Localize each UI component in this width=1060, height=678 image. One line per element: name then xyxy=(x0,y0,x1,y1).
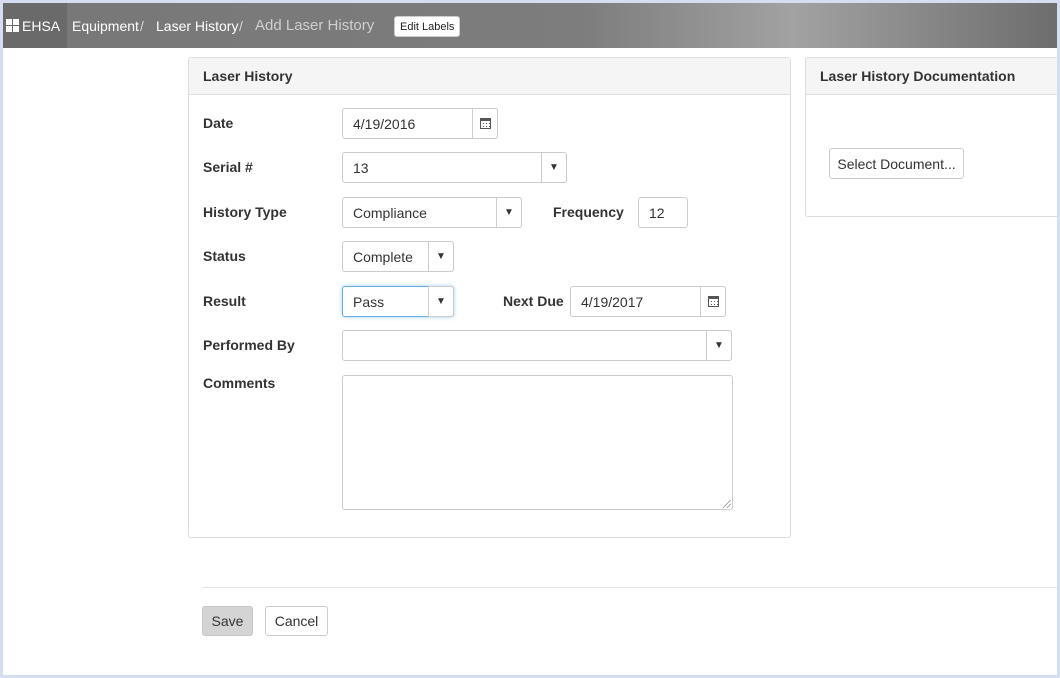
resize-grip-icon[interactable] xyxy=(723,500,731,508)
serial-value: 13 xyxy=(353,159,369,176)
performed-by-dropdown-toggle[interactable]: ▼ xyxy=(706,330,732,361)
breadcrumb-separator: / xyxy=(140,17,144,34)
caret-down-icon: ▼ xyxy=(549,162,559,173)
calendar-icon xyxy=(479,118,491,129)
frequency-value: 12 xyxy=(649,204,665,221)
laser-history-panel: Laser History Date 4/19/2016 Serial # 13… xyxy=(188,57,791,538)
top-bar: EHSA Equipment / Laser History / Add Las… xyxy=(3,3,1057,48)
cancel-button[interactable]: Cancel xyxy=(265,606,328,636)
comments-textarea[interactable] xyxy=(342,375,733,510)
frequency-input[interactable]: 12 xyxy=(638,197,688,228)
status-dropdown-toggle[interactable]: ▼ xyxy=(428,241,454,272)
breadcrumb-equipment[interactable]: Equipment xyxy=(72,3,139,48)
caret-down-icon: ▼ xyxy=(714,340,724,351)
breadcrumb-separator: / xyxy=(239,17,243,34)
brand-home-link[interactable]: EHSA xyxy=(3,3,67,48)
performed-by-select[interactable]: ▼ xyxy=(342,330,732,361)
date-field[interactable]: 4/19/2016 xyxy=(342,108,498,139)
history-type-value: Compliance xyxy=(353,204,427,221)
status-value: Complete xyxy=(353,248,413,265)
serial-dropdown-toggle[interactable]: ▼ xyxy=(541,152,567,183)
calendar-icon xyxy=(707,296,719,307)
save-button[interactable]: Save xyxy=(202,606,253,636)
panel-title: Laser History xyxy=(189,58,790,95)
breadcrumb-current: Add Laser History xyxy=(255,17,375,34)
status-select[interactable]: Complete ▼ xyxy=(342,241,454,272)
date-picker-button[interactable] xyxy=(472,108,498,139)
performed-by-label: Performed By xyxy=(203,337,295,353)
serial-label: Serial # xyxy=(203,159,253,175)
caret-down-icon: ▼ xyxy=(436,251,446,262)
edit-labels-button[interactable]: Edit Labels xyxy=(394,16,461,37)
comments-label: Comments xyxy=(203,375,276,391)
date-label: Date xyxy=(203,115,234,131)
documentation-panel-title: Laser History Documentation xyxy=(806,58,1057,95)
result-label: Result xyxy=(203,293,246,309)
status-label: Status xyxy=(203,248,246,264)
date-value: 4/19/2016 xyxy=(353,115,416,132)
breadcrumb-laser-history[interactable]: Laser History xyxy=(156,3,238,48)
form-actions-divider xyxy=(202,587,1057,588)
documentation-panel: Laser History Documentation Select Docum… xyxy=(805,57,1057,217)
result-value: Pass xyxy=(353,293,385,310)
history-type-label: History Type xyxy=(203,204,287,220)
next-due-label: Next Due xyxy=(503,293,564,309)
history-type-select[interactable]: Compliance ▼ xyxy=(342,197,522,228)
caret-down-icon: ▼ xyxy=(504,207,514,218)
frequency-label: Frequency xyxy=(553,204,624,220)
next-due-field[interactable]: 4/19/2017 xyxy=(570,286,726,317)
grid-icon xyxy=(6,19,19,32)
caret-down-icon: ▼ xyxy=(436,296,446,307)
history-type-dropdown-toggle[interactable]: ▼ xyxy=(496,197,522,228)
app-frame: EHSA Equipment / Laser History / Add Las… xyxy=(3,3,1057,675)
select-document-button[interactable]: Select Document... xyxy=(829,148,964,179)
next-due-value: 4/19/2017 xyxy=(581,293,644,310)
brand-label: EHSA xyxy=(22,17,61,34)
result-dropdown-toggle[interactable]: ▼ xyxy=(428,286,454,317)
next-due-picker-button[interactable] xyxy=(700,286,726,317)
result-select[interactable]: Pass ▼ xyxy=(342,286,454,317)
serial-select[interactable]: 13 ▼ xyxy=(342,152,567,183)
